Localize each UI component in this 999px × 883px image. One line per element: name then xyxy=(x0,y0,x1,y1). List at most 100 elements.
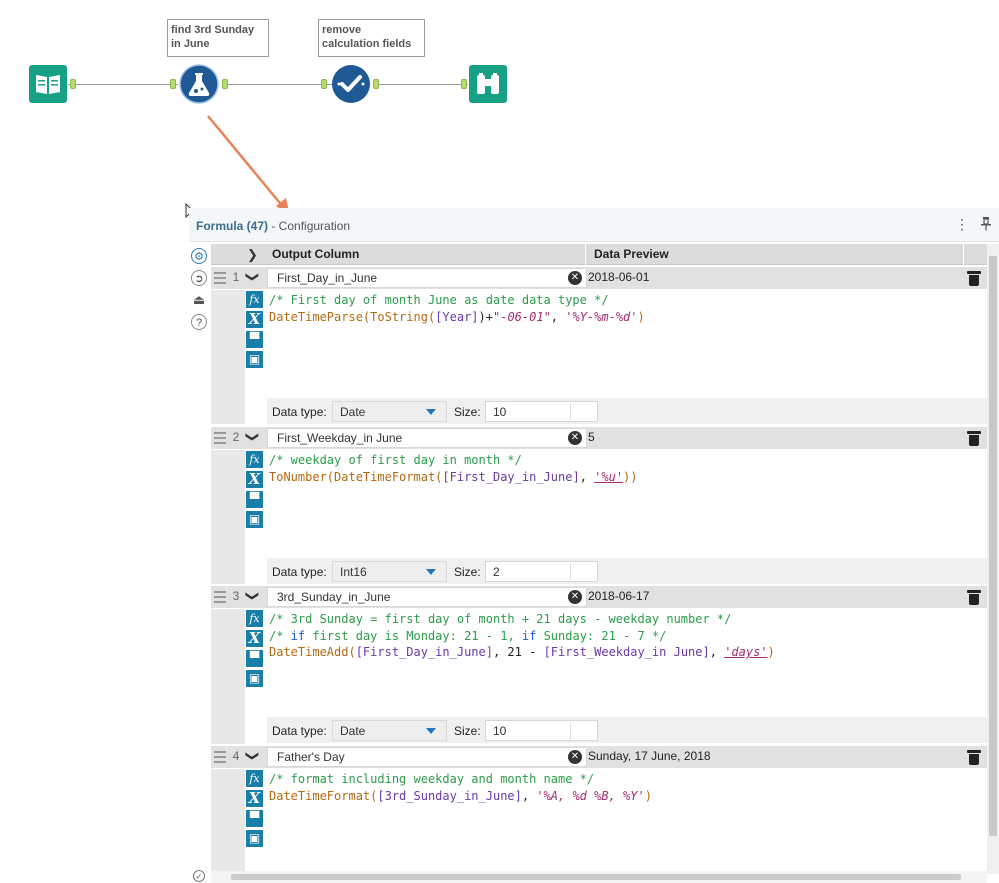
code-string: '%A, %d %B, %Y' xyxy=(536,788,645,803)
code-field: [Year] xyxy=(435,309,479,324)
trash-icon[interactable] xyxy=(967,270,981,286)
code-comment: : 21 - 7 */ xyxy=(586,628,667,643)
clear-x-icon[interactable]: ✕ xyxy=(568,590,582,604)
browse-tool[interactable] xyxy=(469,65,507,103)
row-gutter xyxy=(211,290,245,424)
drag-handle-icon[interactable] xyxy=(214,272,226,284)
chevron-down-icon[interactable]: ❯ xyxy=(244,272,260,283)
formula-row-header: 3 ❯ 3rd_Sunday_in_June ✕ 2018-06-17 xyxy=(211,586,987,608)
variable-x-icon[interactable]: X xyxy=(246,311,263,328)
clear-x-icon[interactable]: ✕ xyxy=(568,431,582,445)
panel-header: Formula (47) - Configuration ⋮ xyxy=(189,208,999,242)
formula-row-body: fx X ▀ ▣ /* First day of month June as d… xyxy=(211,290,987,424)
formula-row-body: fx X ▀ ▣ /* weekday of first day in mont… xyxy=(211,450,987,584)
output-column-field[interactable]: First_Weekday_in June xyxy=(267,428,587,448)
size-spinner[interactable] xyxy=(570,563,596,580)
open-folder-icon[interactable]: ▀ xyxy=(246,650,263,667)
variable-x-icon[interactable]: X xyxy=(246,630,263,647)
expression-editor[interactable]: /* First day of month June as date data … xyxy=(269,292,645,325)
select-tool[interactable] xyxy=(331,64,371,104)
input-anchor[interactable] xyxy=(461,79,467,89)
save-disk-icon[interactable]: ▣ xyxy=(246,830,263,847)
data-type-select[interactable]: Int16 xyxy=(332,561,447,582)
function-fx-icon[interactable]: fx xyxy=(246,610,263,627)
expression-editor[interactable]: /* weekday of first day in month */ ToNu… xyxy=(269,452,638,485)
panel-subtitle: - Configuration xyxy=(268,219,351,233)
clear-x-icon[interactable]: ✕ xyxy=(568,271,582,285)
function-fx-icon[interactable]: fx xyxy=(246,451,263,468)
scrollbar-thumb[interactable] xyxy=(231,874,961,880)
formula-tool[interactable] xyxy=(179,64,219,104)
data-preview-value: Sunday, 17 June, 2018 xyxy=(588,749,711,763)
connection-line xyxy=(374,84,468,85)
chevron-down-icon[interactable]: ❯ xyxy=(244,751,260,762)
output-anchor[interactable] xyxy=(70,79,76,89)
output-column-field[interactable]: First_Day_in_June xyxy=(267,268,587,288)
header-icons: ⋮ xyxy=(955,216,991,233)
input-anchor[interactable] xyxy=(321,79,327,89)
size-label: Size: xyxy=(454,565,481,579)
code-comment: /* First day of month June as date data … xyxy=(269,293,609,307)
scrollbar-thumb[interactable] xyxy=(989,256,997,836)
trash-icon[interactable] xyxy=(967,589,981,605)
code-function: DateTimeAdd( xyxy=(269,645,356,659)
check-circle-icon[interactable]: ✓ xyxy=(193,870,205,882)
data-type-select[interactable]: Date xyxy=(332,401,447,422)
function-fx-icon[interactable]: fx xyxy=(246,770,263,787)
size-spinner[interactable] xyxy=(570,403,596,420)
code-text: , xyxy=(550,309,566,324)
pin-icon[interactable] xyxy=(981,217,991,231)
code-text: , xyxy=(709,645,725,659)
drag-handle-icon[interactable] xyxy=(214,751,226,763)
output-column-field[interactable]: 3rd_Sunday_in_June xyxy=(267,587,587,607)
size-input[interactable]: 10 xyxy=(485,720,598,741)
input-data-tool[interactable] xyxy=(29,65,67,103)
size-input[interactable]: 10 xyxy=(485,401,598,422)
code-comment: first day is Monday xyxy=(305,628,450,643)
size-spinner[interactable] xyxy=(570,722,596,739)
configuration-gear-icon[interactable]: ⚙ xyxy=(191,248,207,264)
drag-handle-icon[interactable] xyxy=(214,432,226,444)
help-icon[interactable]: ? xyxy=(191,314,207,330)
trash-icon[interactable] xyxy=(967,430,981,446)
input-anchor[interactable] xyxy=(170,79,176,89)
variable-x-icon[interactable]: X xyxy=(246,471,263,488)
code-comment: /* weekday of first day in month */ xyxy=(269,453,522,467)
tag-icon[interactable]: ⏏ xyxy=(191,292,207,308)
size-input[interactable]: 2 xyxy=(485,561,598,582)
clear-x-icon[interactable]: ✕ xyxy=(568,750,582,764)
open-folder-icon[interactable]: ▀ xyxy=(246,491,263,508)
output-column-field[interactable]: Father's Day xyxy=(267,747,587,767)
annotation-icon[interactable]: ➲ xyxy=(191,270,207,286)
chevron-down-icon[interactable]: ❯ xyxy=(244,591,260,602)
column-divider xyxy=(963,244,964,265)
output-anchor[interactable] xyxy=(373,79,379,89)
expression-editor[interactable]: /* format including weekday and month na… xyxy=(269,771,652,804)
code-text: , xyxy=(579,469,595,484)
data-type-select[interactable]: Date xyxy=(332,720,447,741)
code-comment: /* xyxy=(269,628,291,643)
more-options-icon[interactable]: ⋮ xyxy=(955,216,981,232)
output-anchor[interactable] xyxy=(222,79,228,89)
vertical-scrollbar[interactable] xyxy=(987,244,999,874)
function-fx-icon[interactable]: fx xyxy=(246,291,263,308)
drag-handle-icon[interactable] xyxy=(214,591,226,603)
configuration-panel: Formula (47) - Configuration ⋮ ⚙ ➲ ⏏ ? ❯… xyxy=(189,208,999,883)
chevron-down-icon[interactable]: ❯ xyxy=(244,432,260,443)
save-disk-icon[interactable]: ▣ xyxy=(246,351,263,368)
save-disk-icon[interactable]: ▣ xyxy=(246,511,263,528)
open-folder-icon[interactable]: ▀ xyxy=(246,331,263,348)
expression-editor[interactable]: /* 3rd Sunday = first day of month + 21 … xyxy=(269,611,775,661)
column-header-preview: Data Preview xyxy=(594,247,669,261)
size-value: 10 xyxy=(493,405,507,419)
size-value: 10 xyxy=(493,724,507,738)
code-comment: : 21 - 1, xyxy=(449,628,522,643)
checkmark-icon xyxy=(332,65,370,103)
collapse-all-chevron-icon[interactable]: ❯ xyxy=(247,247,258,263)
open-folder-icon[interactable]: ▀ xyxy=(246,810,263,827)
save-disk-icon[interactable]: ▣ xyxy=(246,670,263,687)
code-field: [3rd_Sunday_in_June] xyxy=(377,788,522,803)
variable-x-icon[interactable]: X xyxy=(246,790,263,807)
trash-icon[interactable] xyxy=(967,749,981,765)
horizontal-scrollbar[interactable] xyxy=(211,871,987,883)
